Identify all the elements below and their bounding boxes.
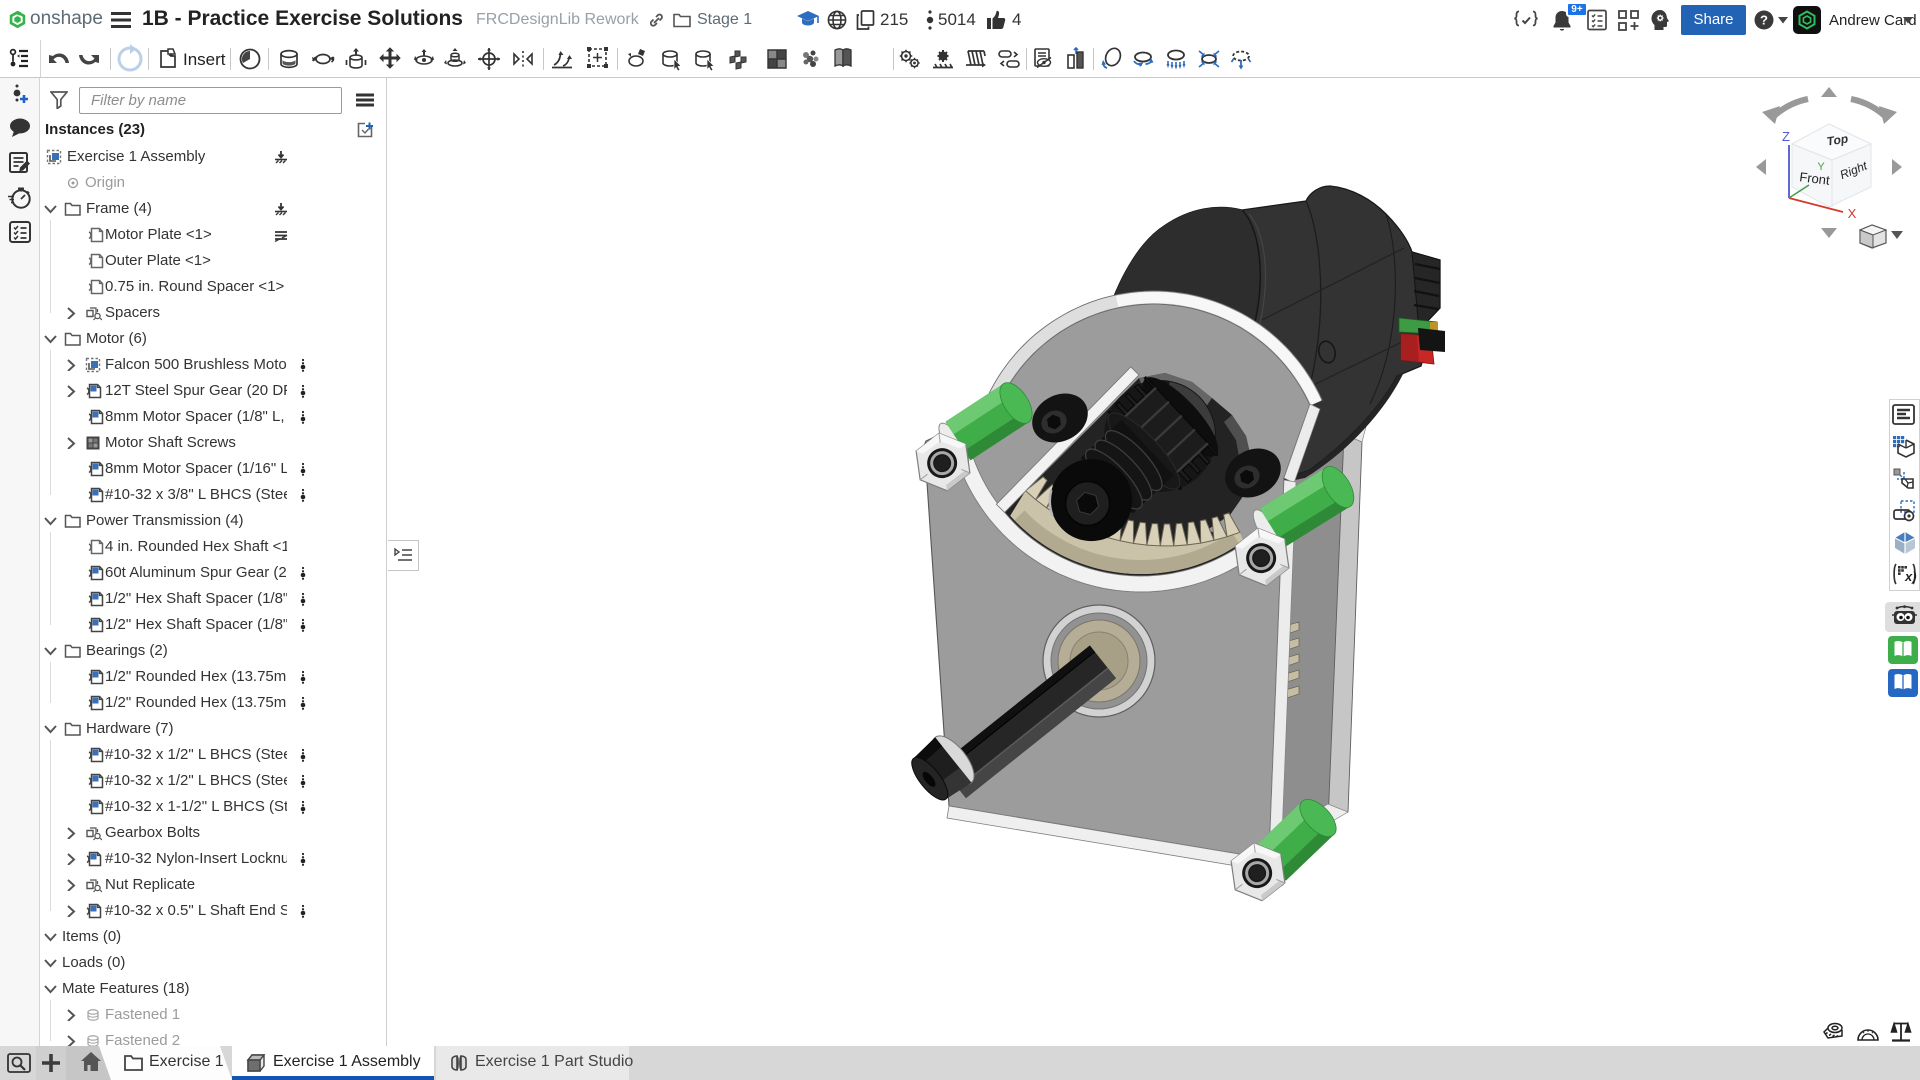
svg-text:Y: Y: [1817, 161, 1825, 173]
svg-text:Insert: Insert: [183, 50, 226, 69]
svg-text:X: X: [1848, 206, 1857, 221]
svg-text:?: ?: [1760, 13, 1768, 28]
svg-text:Z: Z: [1782, 129, 1790, 144]
svg-text:x): x): [1904, 569, 1917, 584]
